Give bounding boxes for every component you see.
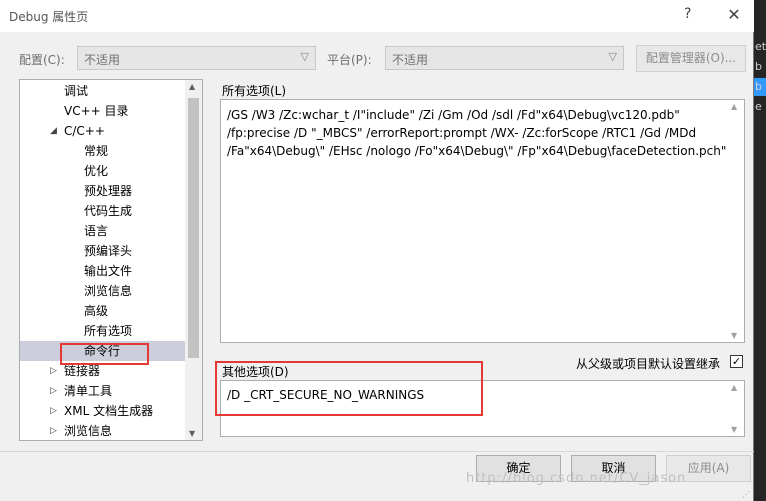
tree-item[interactable]: 预处理器 <box>20 181 186 201</box>
property-tree: 调试 VC++ 目录 ◢ C/C++ 常规优化预处理器代码生成语言预编译头输出文件浏览信… <box>19 79 203 441</box>
tree-item-label: 调试 <box>64 84 89 98</box>
scroll-down-icon[interactable]: ▼ <box>731 425 737 434</box>
tree-item[interactable]: VC++ 目录 <box>20 101 186 121</box>
platform-label: 平台(P): <box>327 53 372 67</box>
tree-item-label: 清单工具 <box>64 384 113 398</box>
tree-item-label: 高级 <box>84 304 109 318</box>
tree-item[interactable]: 浏览信息 <box>20 281 186 301</box>
tree-item-label: 常规 <box>84 144 109 158</box>
expand-toggle-icon[interactable]: ▷ <box>50 401 57 421</box>
tree-item[interactable]: ▷ XML 文档生成器 <box>20 401 186 421</box>
tree-item-label: 浏览信息 <box>84 284 133 298</box>
tree-item-label: 浏览信息 <box>64 424 113 438</box>
all-options-scrollbar[interactable]: ▲ ▼ <box>727 100 744 342</box>
tree-item[interactable]: 常规 <box>20 141 186 161</box>
tree-item[interactable]: 语言 <box>20 221 186 241</box>
tree-item[interactable]: 所有选项 <box>20 321 186 341</box>
tree-item-label: XML 文档生成器 <box>64 404 154 418</box>
tree-item-label: 预编译头 <box>84 244 133 258</box>
tree-item[interactable]: ▷ 链接器 <box>20 361 186 381</box>
scroll-down-icon[interactable]: ▼ <box>731 331 737 340</box>
close-button[interactable]: ✕ <box>722 4 746 26</box>
expand-toggle-icon[interactable]: ▷ <box>50 421 57 440</box>
resize-grip-icon[interactable]: ⋰ <box>742 490 750 499</box>
tree-item-label: 优化 <box>84 164 109 178</box>
inherit-checkbox[interactable]: ✓ <box>730 355 743 368</box>
watermark-text: http://blog.csdn.net/CV_jason <box>466 471 687 486</box>
tree-item-label: 代码生成 <box>84 204 133 218</box>
window-title: Debug 属性页 <box>9 10 89 24</box>
tree-item-label: C/C++ <box>64 124 105 138</box>
platform-select-value: 不适用 <box>392 53 429 67</box>
chevron-down-icon: ▽ <box>300 50 309 63</box>
tree-item-label: VC++ 目录 <box>64 104 129 118</box>
expand-toggle-icon[interactable]: ▷ <box>50 381 57 401</box>
all-options-label: 所有选项(L) <box>222 84 287 98</box>
title-bar: Debug 属性页 ? ✕ <box>0 0 754 32</box>
tree-item[interactable]: ▷ 清单工具 <box>20 381 186 401</box>
tree-item[interactable]: ◢ C/C++ <box>20 121 186 141</box>
other-options-scrollbar[interactable]: ▲ ▼ <box>727 381 744 436</box>
other-options-textbox[interactable]: /D _CRT_SECURE_NO_WARNINGS ▲ ▼ <box>220 380 745 437</box>
config-select-value: 不适用 <box>84 53 121 67</box>
scroll-down-icon[interactable]: ▼ <box>189 429 195 438</box>
scroll-up-icon[interactable]: ▲ <box>731 102 737 111</box>
tree-scrollbar[interactable]: ▲ ▼ <box>185 80 202 440</box>
tree-item[interactable]: 调试 <box>20 81 186 101</box>
expand-toggle-icon[interactable]: ◢ <box>50 121 57 141</box>
config-label: 配置(C): <box>19 53 65 67</box>
tree-item-label: 链接器 <box>64 364 101 378</box>
background-editor-strip: et b b e <box>754 0 766 501</box>
tree-item-label: 命令行 <box>84 344 121 358</box>
background-text: et <box>755 40 766 53</box>
scroll-up-icon[interactable]: ▲ <box>189 82 195 91</box>
tree-item[interactable]: 代码生成 <box>20 201 186 221</box>
inherit-label: 从父级或项目默认设置继承 <box>576 357 721 371</box>
background-text: b <box>755 60 762 73</box>
all-options-text: /GS /W3 /Zc:wchar_t /I"include" /Zi /Gm … <box>227 108 727 158</box>
property-pages-dialog: Debug 属性页 ? ✕ 配置(C): 不适用 ▽ 平台(P): 不适用 ▽ … <box>0 0 754 501</box>
expand-toggle-icon[interactable]: ▷ <box>50 361 57 381</box>
scroll-up-icon[interactable]: ▲ <box>731 383 737 392</box>
all-options-textbox[interactable]: /GS /W3 /Zc:wchar_t /I"include" /Zi /Gm … <box>220 99 745 343</box>
tree-item[interactable]: 优化 <box>20 161 186 181</box>
tree-item[interactable]: ▷ 浏览信息 <box>20 421 186 440</box>
help-button[interactable]: ? <box>684 6 691 22</box>
tree-item[interactable]: 输出文件 <box>20 261 186 281</box>
tree-item[interactable]: 命令行 <box>20 341 186 361</box>
config-select[interactable]: 不适用 ▽ <box>77 46 316 70</box>
tree-item[interactable]: 预编译头 <box>20 241 186 261</box>
tree-item-label: 所有选项 <box>84 324 133 338</box>
footer-divider <box>0 451 754 452</box>
chevron-down-icon: ▽ <box>608 50 617 63</box>
tree-item-label: 语言 <box>84 224 109 238</box>
background-text: b <box>755 80 762 93</box>
tree-item-label: 输出文件 <box>84 264 133 278</box>
scroll-thumb[interactable] <box>188 98 199 358</box>
platform-select[interactable]: 不适用 ▽ <box>385 46 624 70</box>
tree-item[interactable]: 高级 <box>20 301 186 321</box>
tree-item-label: 预处理器 <box>84 184 133 198</box>
background-text: e <box>755 100 762 113</box>
config-manager-button[interactable]: 配置管理器(O)... <box>636 45 746 72</box>
other-options-label: 其他选项(D) <box>222 365 289 379</box>
other-options-value: /D _CRT_SECURE_NO_WARNINGS <box>227 388 425 402</box>
